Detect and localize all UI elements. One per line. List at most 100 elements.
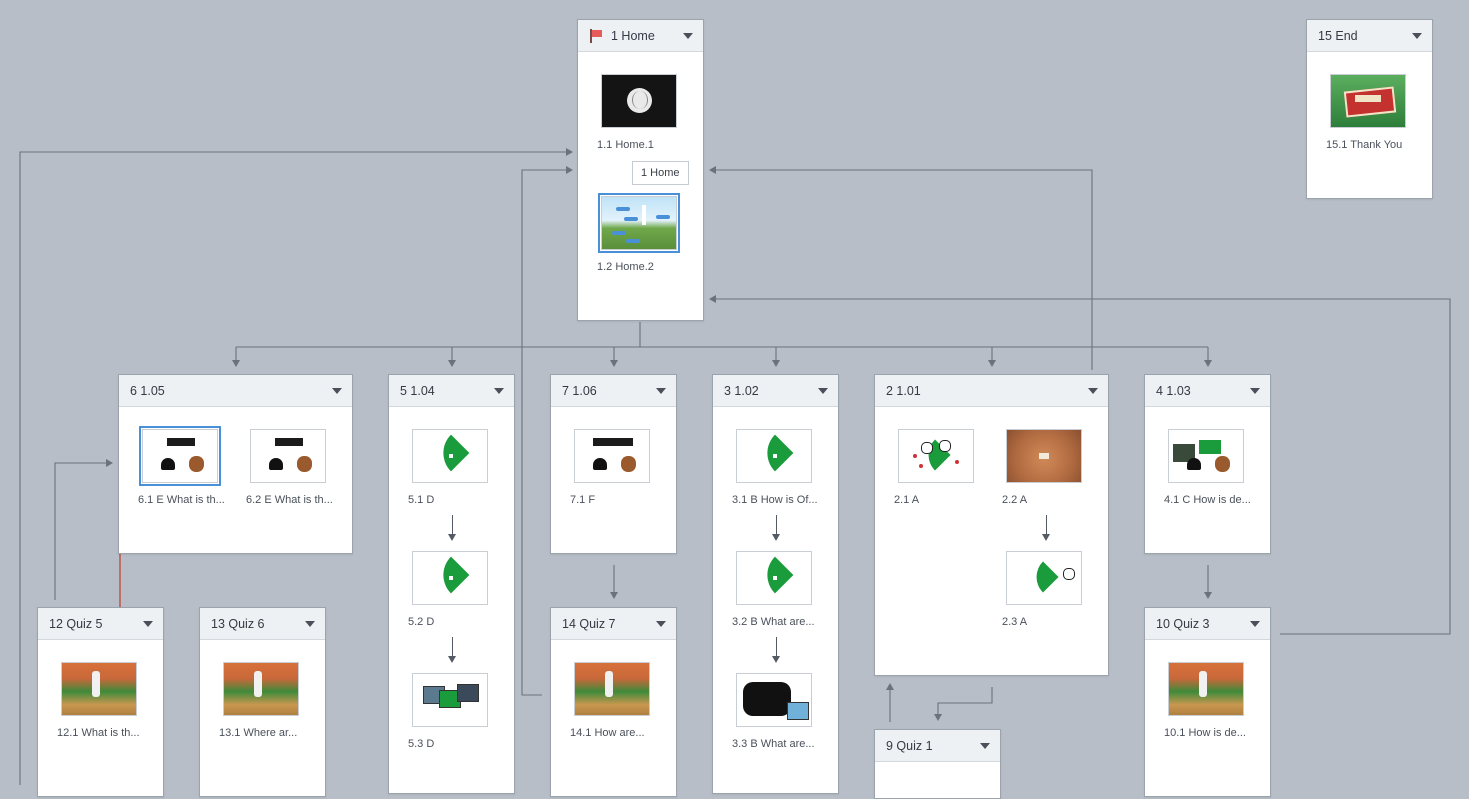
mound-image (1006, 429, 1082, 483)
scene-header[interactable]: 1 Home (578, 20, 703, 52)
scene-card-quiz-1[interactable]: 9 Quiz 1 (874, 729, 1001, 799)
cards-image (412, 673, 488, 727)
pitcher-photo-image (223, 662, 299, 716)
scene-header[interactable]: 9 Quiz 1 (875, 730, 1000, 762)
scene-header[interactable]: 3 1.02 (713, 375, 838, 407)
equipment-collage-image (1168, 429, 1244, 483)
slide-label: 2.2 A (1002, 494, 1028, 506)
slide-thumbnail[interactable]: 6.2 E What is th... (246, 429, 346, 506)
caret-down-icon[interactable] (656, 620, 666, 627)
slide-label: 1.2 Home.2 (597, 261, 654, 273)
slide-thumbnail[interactable]: 14.1 How are... (570, 662, 670, 739)
scene-title: 3 1.02 (724, 383, 759, 398)
field-diagram-image (412, 429, 488, 483)
helmet-glove-image (250, 429, 326, 483)
scene-card-4[interactable]: 4 1.03 4.1 C How is de... (1144, 374, 1271, 554)
scene-title: 2 1.01 (886, 383, 921, 398)
scene-card-7[interactable]: 7 1.06 7.1 F (550, 374, 677, 554)
pitcher-photo-image (574, 662, 650, 716)
field-positions-image (898, 429, 974, 483)
slide-thumbnail[interactable]: 2.3 A (1002, 551, 1102, 628)
slide-thumbnail[interactable]: 2.2 A (1002, 429, 1102, 506)
arrow-down-icon (447, 515, 459, 541)
field-diagram-image (736, 429, 812, 483)
slide-thumbnail[interactable]: 10.1 How is de... (1164, 662, 1264, 739)
caret-down-icon[interactable] (1250, 387, 1260, 394)
scene-header[interactable]: 12 Quiz 5 (38, 608, 163, 640)
scene-title: 5 1.04 (400, 383, 435, 398)
slide-label: 15.1 Thank You (1326, 139, 1403, 151)
slide-thumbnail[interactable]: 3.2 B What are... (732, 551, 832, 628)
slide-thumbnail[interactable]: 6.1 E What is th... (138, 426, 238, 506)
caret-down-icon[interactable] (143, 620, 153, 627)
slide-thumbnail[interactable]: 5.2 D (408, 551, 508, 628)
scene-title: 4 1.03 (1156, 383, 1191, 398)
caret-down-icon[interactable] (494, 387, 504, 394)
slide-label: 6.2 E What is th... (246, 494, 333, 506)
slide-label: 2.3 A (1002, 616, 1028, 628)
slide-label: 1.1 Home.1 (597, 139, 654, 151)
caret-down-icon[interactable] (305, 620, 315, 627)
scene-title: 9 Quiz 1 (886, 738, 933, 753)
scene-header[interactable]: 14 Quiz 7 (551, 608, 676, 640)
slide-thumbnail[interactable]: 15.1 Thank You (1326, 74, 1426, 151)
slide-label: 5.2 D (408, 616, 435, 628)
scene-header[interactable]: 4 1.03 (1145, 375, 1270, 407)
caret-down-icon[interactable] (332, 387, 342, 394)
slide-thumbnail[interactable]: 5.1 D (408, 429, 508, 506)
slide-label: 3.1 B How is Of... (732, 494, 818, 506)
scene-card-2[interactable]: 2 1.01 2.1 A 2.2 A 2.3 A (874, 374, 1109, 676)
slide-label: 10.1 How is de... (1164, 727, 1246, 739)
flag-icon (589, 28, 603, 43)
scene-card-end[interactable]: 15 End 15.1 Thank You (1306, 19, 1433, 199)
slide-label: 5.1 D (408, 494, 435, 506)
scene-title: 10 Quiz 3 (1156, 616, 1210, 631)
caret-down-icon[interactable] (980, 742, 990, 749)
slide-label: 2.1 A (894, 494, 920, 506)
scene-header[interactable]: 13 Quiz 6 (200, 608, 325, 640)
slide-thumbnail[interactable]: 13.1 Where ar... (219, 662, 319, 739)
scene-header[interactable]: 5 1.04 (389, 375, 514, 407)
slide-thumbnail[interactable]: 3.1 B How is Of... (732, 429, 832, 506)
caret-down-icon[interactable] (1412, 32, 1422, 39)
helmet-glove-image (574, 429, 650, 483)
caret-down-icon[interactable] (683, 32, 693, 39)
scene-title: 7 1.06 (562, 383, 597, 398)
collage-image (736, 673, 812, 727)
slide-thumbnail[interactable]: 5.3 D (408, 673, 508, 750)
field-menu-image (598, 193, 680, 253)
slide-thumbnail[interactable]: 2.1 A (894, 429, 994, 506)
scene-card-3[interactable]: 3 1.02 3.1 B How is Of... 3.2 B What are… (712, 374, 839, 794)
slide-thumbnail[interactable]: 12.1 What is th... (57, 662, 157, 739)
scene-card-home[interactable]: 1 Home 1.1 Home.1 1 Home 1.2 Home.2 (577, 19, 704, 321)
slide-thumbnail[interactable]: 3.3 B What are... (732, 673, 832, 750)
scene-header[interactable]: 7 1.06 (551, 375, 676, 407)
helmet-glove-image (139, 426, 221, 486)
scene-header[interactable]: 10 Quiz 3 (1145, 608, 1270, 640)
caret-down-icon[interactable] (1088, 387, 1098, 394)
pitcher-photo-image (1168, 662, 1244, 716)
scene-card-quiz-5[interactable]: 12 Quiz 5 12.1 What is th... (37, 607, 164, 797)
baseball-image (601, 74, 677, 128)
scene-header[interactable]: 2 1.01 (875, 375, 1108, 407)
caret-down-icon[interactable] (1250, 620, 1260, 627)
scene-title: 13 Quiz 6 (211, 616, 265, 631)
scene-header[interactable]: 6 1.05 (119, 375, 352, 407)
caret-down-icon[interactable] (656, 387, 666, 394)
arrow-down-icon (1041, 515, 1053, 541)
pitcher-photo-image (61, 662, 137, 716)
arrow-down-icon (771, 515, 783, 541)
caret-down-icon[interactable] (818, 387, 828, 394)
slide-thumbnail[interactable]: 1.1 Home.1 (597, 74, 697, 151)
scene-card-5[interactable]: 5 1.04 5.1 D 5.2 D 5.3 D (388, 374, 515, 794)
slide-thumbnail[interactable]: 4.1 C How is de... (1164, 429, 1264, 506)
scene-card-6[interactable]: 6 1.05 6.1 E What is th... 6.2 E What is… (118, 374, 353, 554)
scene-card-quiz-3[interactable]: 10 Quiz 3 10.1 How is de... (1144, 607, 1271, 797)
scene-card-quiz-7[interactable]: 14 Quiz 7 14.1 How are... (550, 607, 677, 797)
scene-card-quiz-6[interactable]: 13 Quiz 6 13.1 Where ar... (199, 607, 326, 797)
scene-title: 15 End (1318, 28, 1358, 43)
slide-label: 5.3 D (408, 738, 435, 750)
scene-header[interactable]: 15 End (1307, 20, 1432, 52)
slide-thumbnail[interactable]: 1.2 Home.2 (597, 193, 697, 273)
slide-thumbnail[interactable]: 7.1 F (570, 429, 670, 506)
